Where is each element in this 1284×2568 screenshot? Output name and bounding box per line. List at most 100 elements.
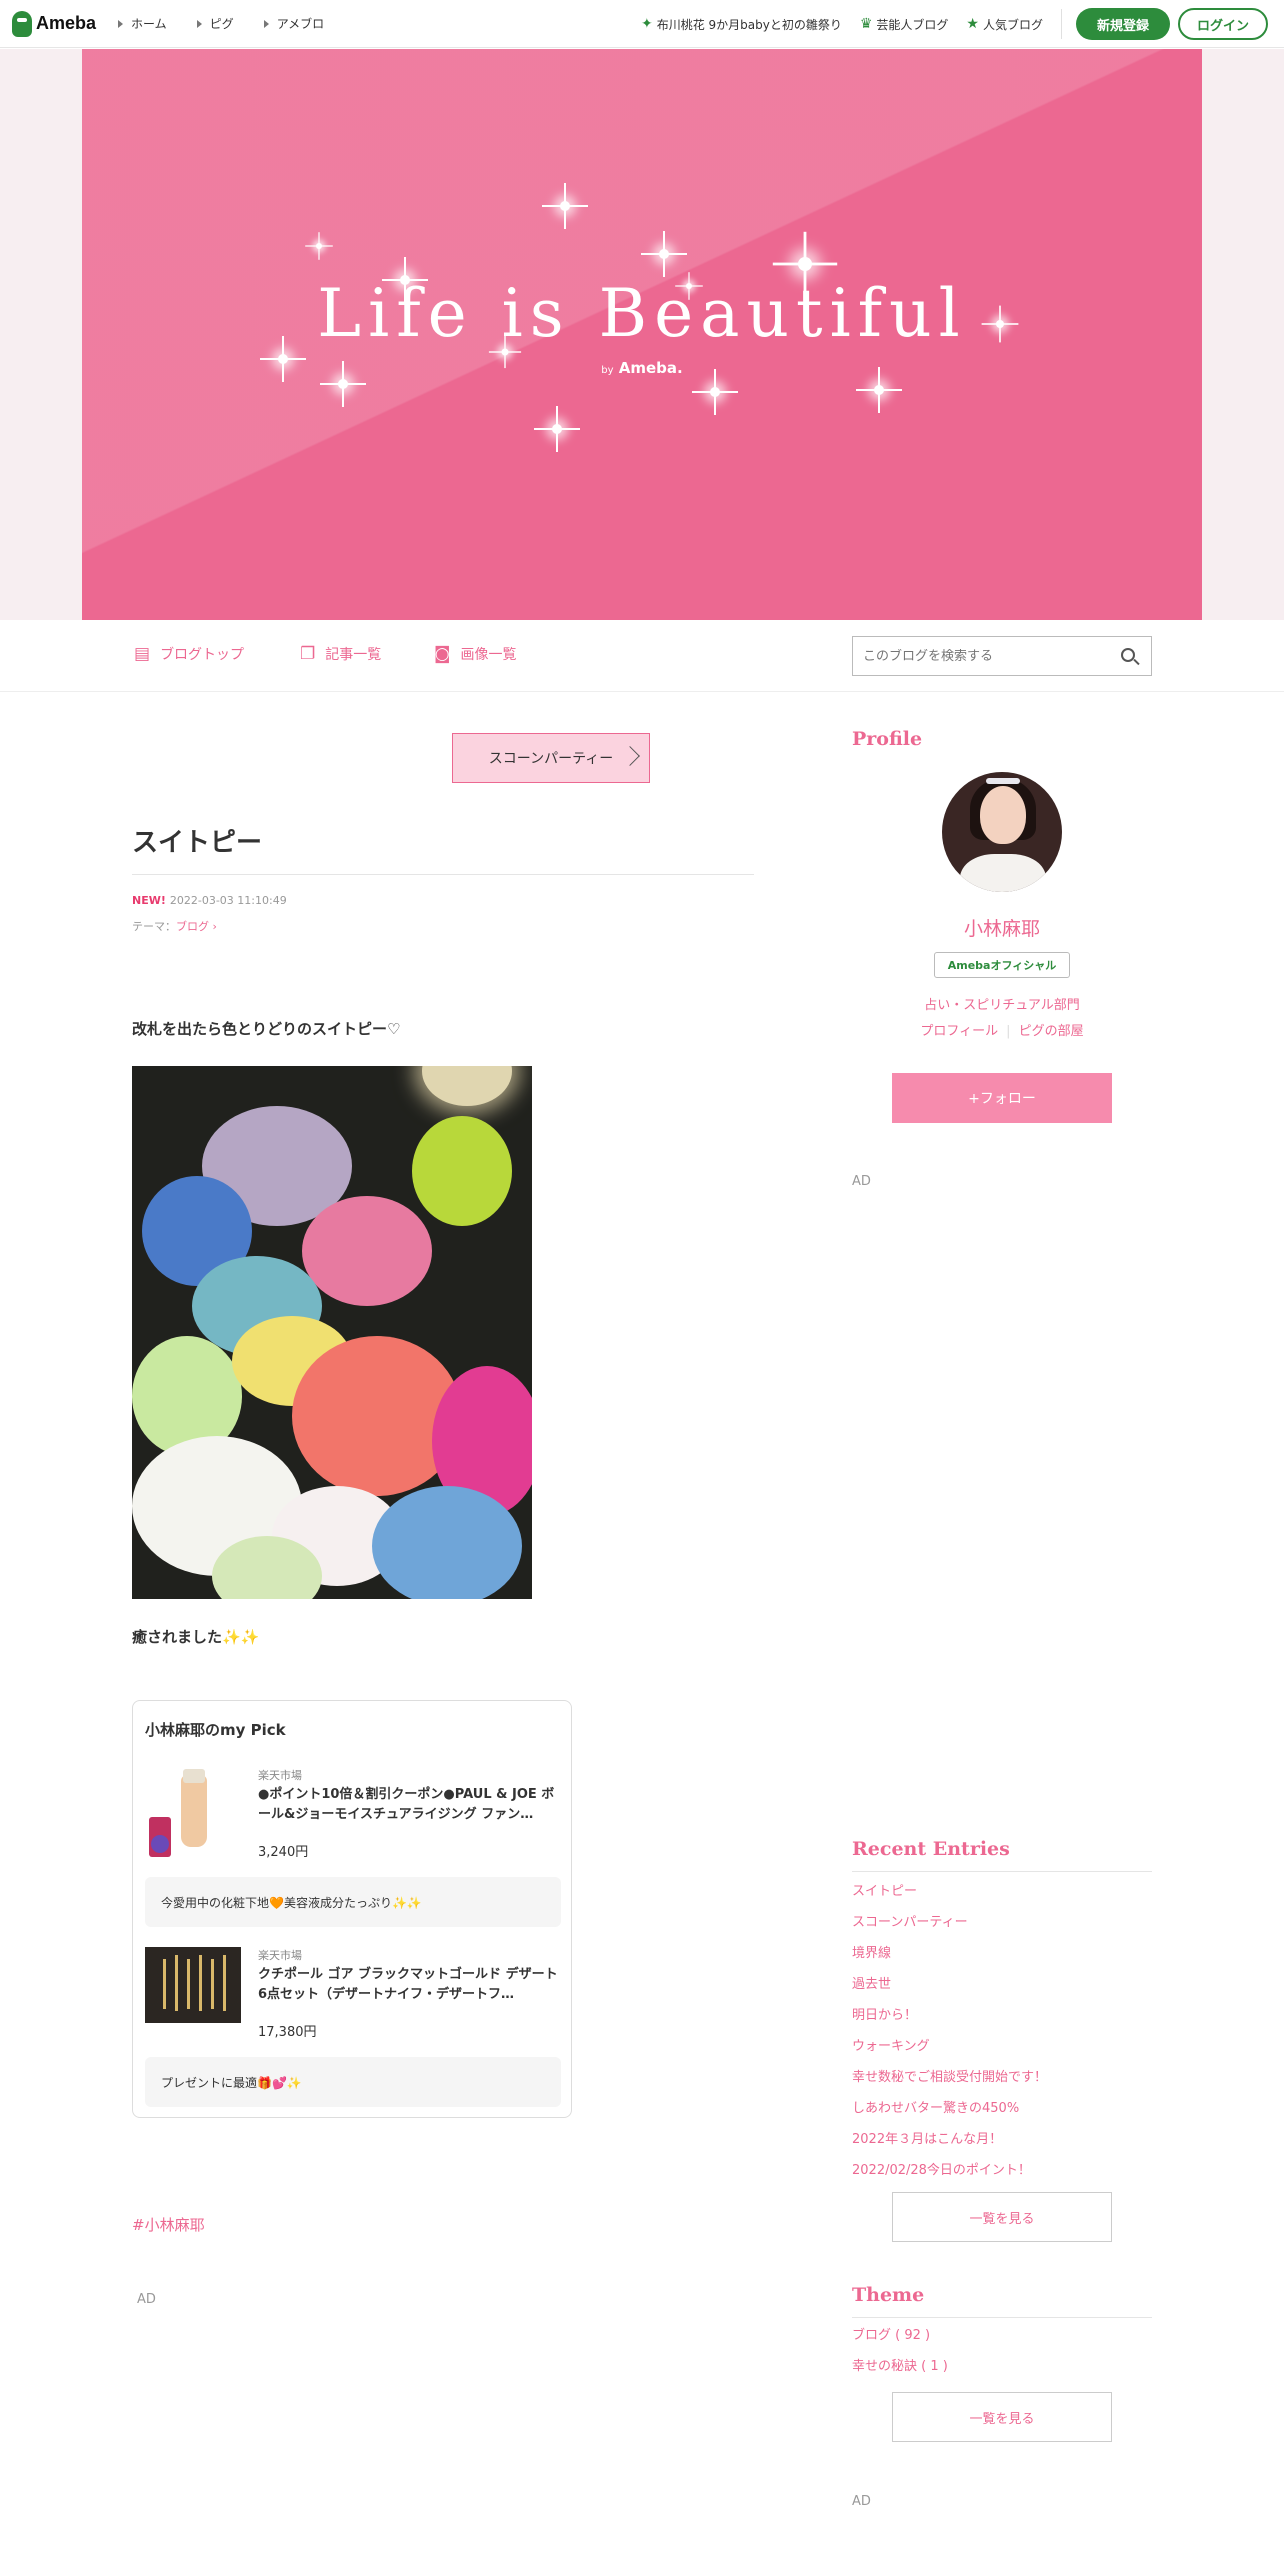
entry-link[interactable]: ウォーキング [852,2035,1152,2066]
nav-pigg[interactable]: ピグ [196,15,234,32]
see-all-themes-button[interactable]: 一覧を見る [892,2392,1112,2442]
shop-name: 楽天市場 [258,1769,302,1782]
article-theme: テーマ：ブログ › [132,920,217,933]
follow-button[interactable]: +フォロー [892,1073,1112,1123]
product-thumbnail[interactable] [145,1947,241,2023]
chevron-right-icon [620,746,640,766]
entry-link[interactable]: しあわせバター驚きの450% [852,2097,1152,2128]
product-name[interactable]: ●ポイント10倍＆割引クーポン●PAUL & JOE ボール&ジョーモイスチュア… [258,1785,558,1825]
entry-link[interactable]: 明日から！ [852,2004,1152,2035]
search-icon[interactable] [1121,648,1135,662]
header-right: ✦ 布川桃花 9か月babyと初の雛祭り ♛ 芸能人ブログ ★ 人気ブログ 新規登録 … [641,0,1284,48]
nav-home[interactable]: ホーム [118,15,167,32]
article-paragraph: 改札を出たら色とりどりのスイトピー♡ [132,1020,401,1038]
divider [1061,9,1062,39]
trending-link[interactable]: ✦ 布川桃花 9か月babyと初の雛祭り [641,16,842,33]
sparkle-icon [542,183,588,229]
sparkle-icon [856,367,902,413]
divider [852,1871,1152,1872]
ameba-logo[interactable]: Ameba [12,10,97,37]
theme-heading: Theme [852,2284,925,2306]
official-badge: Amebaオフィシャル [934,952,1070,978]
article-datetime: 2022-03-03 11:10:49 [169,894,287,907]
popular-blog-link[interactable]: ★ 人気ブログ [966,16,1043,33]
entry-link[interactable]: 幸せ数秘でご相談受付開始です！ [852,2066,1152,2097]
sparkle-icon [305,232,333,260]
document-icon: ▤ [134,644,151,664]
entry-link[interactable]: 境界線 [852,1942,1152,1973]
nav-ameblo[interactable]: アメブロ [263,15,324,32]
blog-banner[interactable]: Life is Beautiful by Ameba. [82,49,1202,620]
product-comment: プレゼントに最適🎁💕✨ [145,2057,561,2107]
sweet-pea-photo[interactable] [132,1066,532,1599]
profile-category[interactable]: 占い・スピリチュアル部門 [852,994,1152,1013]
crown-icon: ♛ [859,16,873,32]
search-input[interactable] [863,648,1113,664]
entry-link[interactable]: 過去世 [852,1973,1152,2004]
my-pick-title: 小林麻耶のmy Pick [145,1721,286,1739]
profile-heading: Profile [852,728,923,750]
nav-blog-top[interactable]: ▤ ブログトップ [134,644,244,664]
register-button[interactable]: 新規登録 [1076,8,1170,40]
banner-byline: by Ameba. [601,359,683,377]
sparkle-icon [641,231,687,277]
caret-right-icon [263,19,269,28]
shop-name: 楽天市場 [258,1949,302,1962]
new-badge: NEW! [132,894,166,907]
caret-right-icon [118,19,124,28]
sparkle-icon [534,406,580,452]
sparkle-icon [692,369,738,415]
recent-entries-heading: Recent Entries [852,1838,1010,1860]
pigg-room-link[interactable]: ピグの部屋 [1019,1024,1084,1039]
theme-list: ブログ ( 92 ) 幸せの秘訣 ( 1 ) [852,2324,1152,2386]
article-title: スイトピー [132,828,263,858]
product-comment: 今愛用中の化粧下地🧡美容液成分たっぷり✨✨ [145,1877,561,1927]
pick-product[interactable]: 楽天市場 クチポール ゴア ブラックマットゴールド デザート6点セット（デザート… [145,1947,561,2107]
ameba-mascot-icon [12,10,32,37]
nav-image-list[interactable]: ◙ 画像一覧 [434,644,517,664]
theme-link[interactable]: ブログ ( 92 ) [852,2324,1152,2355]
divider [132,874,754,875]
caret-right-icon [196,19,202,28]
profile-name[interactable]: 小林麻耶 [852,914,1152,941]
ad-label: AD [852,1174,871,1189]
celebrity-blog-link[interactable]: ♛ 芸能人ブログ [860,16,949,33]
pick-product[interactable]: 楽天市場 ●ポイント10倍＆割引クーポン●PAUL & JOE ボール&ジョーモ… [145,1767,561,1927]
product-price: 3,240円 [258,1845,309,1860]
sparkle-icon [320,361,366,407]
theme-link[interactable]: 幸せの秘訣 ( 1 ) [852,2355,1152,2386]
sparkle-icon [772,231,838,297]
logo-text: Ameba [36,13,97,33]
entry-link[interactable]: スコーンパーティー [852,1911,1152,1942]
article-meta: NEW! 2022-03-03 11:10:49 [132,894,287,907]
my-pick-card: 小林麻耶のmy Pick 楽天市場 ●ポイント10倍＆割引クーポン●PAUL &… [132,1700,572,2118]
product-thumbnail[interactable] [145,1767,241,1863]
theme-link[interactable]: ブログ [176,920,209,933]
star-icon: ★ [966,16,979,32]
nav-article-list[interactable]: ❐ 記事一覧 [300,644,381,664]
ad-label: AD [852,2494,871,2509]
product-name[interactable]: クチポール ゴア ブラックマットゴールド デザート6点セット（デザートナイフ・デ… [258,1965,558,2005]
global-header: Ameba ホーム ピグ アメブロ ✦ 布川桃花 9か月babyと初の雛祭り ♛ 芸… [0,0,1284,48]
see-all-entries-button[interactable]: 一覧を見る [892,2192,1112,2242]
login-button[interactable]: ログイン [1178,8,1268,40]
avatar[interactable] [942,772,1062,892]
entry-link[interactable]: 2022年３月はこんな月！ [852,2128,1152,2159]
product-price: 17,380円 [258,2025,317,2040]
hashtag-link[interactable]: #小林麻耶 [132,2214,205,2235]
global-nav: ホーム ピグ アメブロ [118,15,354,32]
copy-icon: ❐ [300,644,316,664]
recent-entries-list: スイトピー スコーンパーティー 境界線 過去世 明日から！ ウォーキング 幸せ数… [852,1880,1152,2190]
entry-link[interactable]: 2022/02/28今日のポイント！ [852,2159,1152,2190]
divider [852,2317,1152,2318]
ad-label: AD [137,2292,156,2307]
camera-icon: ◙ [434,644,451,664]
profile-link[interactable]: プロフィール [920,1024,998,1039]
prev-article-button[interactable]: スコーンパーティー [452,733,650,783]
profile-links: プロフィール | ピグの部屋 [920,1024,1084,1039]
tiara-icon [986,778,1020,784]
banner-title: Life is Beautiful [317,275,967,352]
article-paragraph: 癒されました✨✨ [132,1628,260,1646]
entry-link[interactable]: スイトピー [852,1880,1152,1911]
blog-search [852,636,1152,676]
